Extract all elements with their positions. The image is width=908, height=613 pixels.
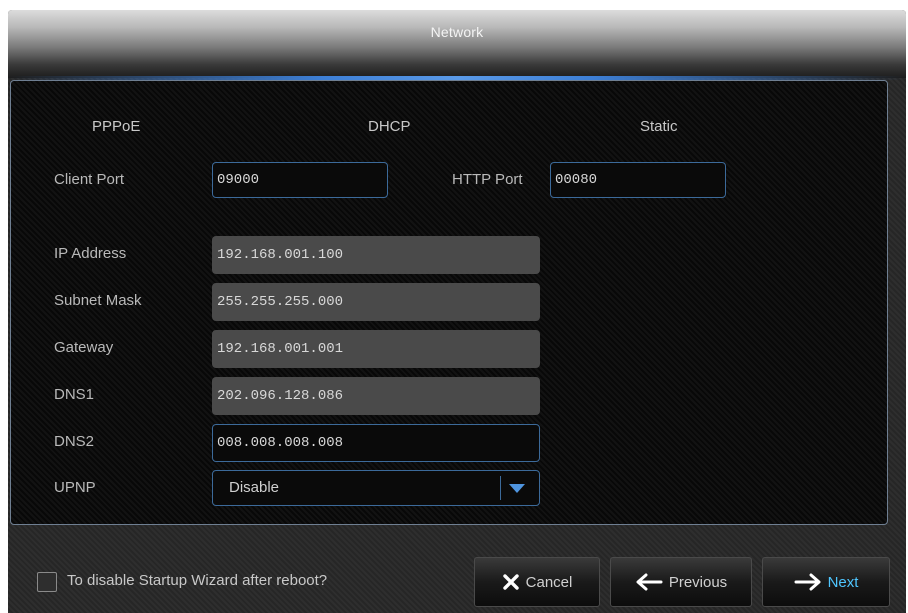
- upnp-select[interactable]: Disable: [212, 470, 540, 506]
- disable-wizard-label: To disable Startup Wizard after reboot?: [67, 572, 328, 589]
- next-label: Next: [827, 573, 859, 591]
- chevron-down-icon[interactable]: [509, 484, 525, 493]
- arrow-right-icon: [794, 573, 822, 591]
- close-icon: [502, 573, 520, 591]
- dns1-field: 202.096.128.086: [212, 377, 540, 415]
- client-port-label: Client Port: [54, 171, 125, 188]
- dns2-field[interactable]: 008.008.008.008: [212, 424, 540, 462]
- upnp-label: UPNP: [54, 479, 96, 496]
- subnet-mask-label: Subnet Mask: [54, 292, 142, 309]
- next-button[interactable]: Next: [762, 557, 890, 607]
- dns2-label: DNS2: [54, 433, 95, 450]
- arrow-left-icon: [635, 573, 663, 591]
- ip-address-label: IP Address: [54, 245, 127, 262]
- mode-pppoe[interactable]: PPPoE: [92, 118, 140, 135]
- gateway-field: 192.168.001.001: [212, 330, 540, 368]
- previous-button[interactable]: Previous: [610, 557, 752, 607]
- gateway-label: Gateway: [54, 339, 114, 356]
- http-port-input[interactable]: 00080: [550, 162, 726, 198]
- subnet-mask-field: 255.255.255.000: [212, 283, 540, 321]
- client-port-input[interactable]: 09000: [212, 162, 388, 198]
- previous-label: Previous: [668, 573, 728, 591]
- http-port-label: HTTP Port: [452, 171, 523, 188]
- mode-dhcp[interactable]: DHCP: [368, 118, 411, 135]
- mode-static[interactable]: Static: [640, 118, 678, 135]
- cancel-label: Cancel: [525, 573, 573, 591]
- disable-wizard-checkbox[interactable]: [37, 572, 57, 592]
- window-title: Network: [430, 24, 484, 40]
- cancel-button[interactable]: Cancel: [474, 557, 600, 607]
- upnp-selected-value: Disable: [229, 479, 280, 496]
- title-bar: Network: [8, 10, 906, 80]
- ip-address-field: 192.168.001.100: [212, 236, 540, 274]
- select-divider: [500, 476, 501, 500]
- dns1-label: DNS1: [54, 386, 95, 403]
